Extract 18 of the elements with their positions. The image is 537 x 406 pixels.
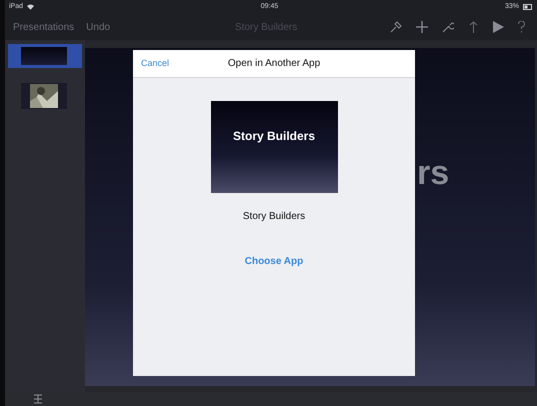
paintbrush-icon[interactable] <box>390 21 402 33</box>
toolbar-button[interactable]: Undo <box>86 20 110 34</box>
slide-title: rs <box>417 153 450 194</box>
share-icon[interactable] <box>468 21 479 33</box>
play-icon[interactable] <box>493 21 504 33</box>
file-name: Story Builders <box>242 210 306 224</box>
add-slide-icon[interactable] <box>33 394 43 404</box>
plus-icon[interactable] <box>416 21 428 33</box>
slide-thumbnail[interactable] <box>8 44 82 68</box>
dialog-title: Open in Another App <box>228 57 320 71</box>
preview-title: Story Builders <box>232 129 316 143</box>
help-icon[interactable] <box>518 21 525 33</box>
cancel-button[interactable]: Cancel <box>141 56 170 70</box>
choose-app-button[interactable]: Choose App <box>244 254 304 269</box>
wrench-icon[interactable] <box>442 21 454 33</box>
toolbar-button[interactable]: Presentations <box>13 20 74 34</box>
battery-icon <box>523 4 533 10</box>
wifi-icon <box>27 4 34 10</box>
